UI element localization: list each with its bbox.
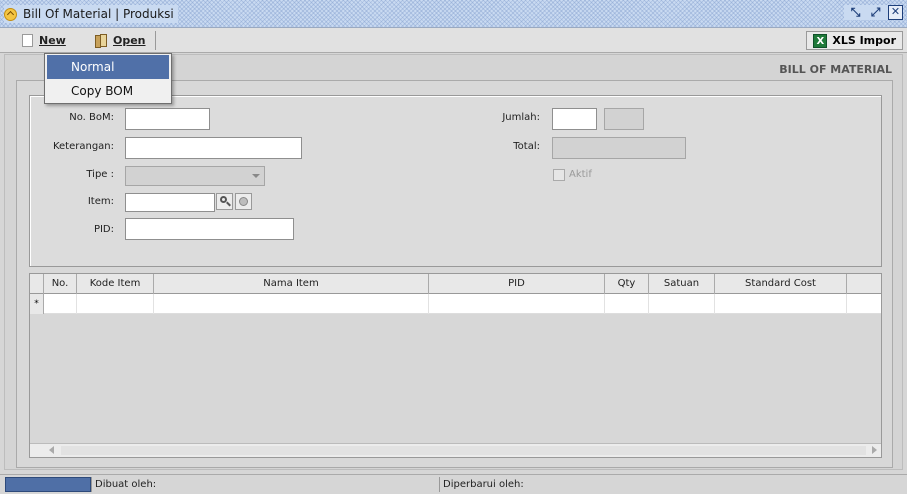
cell-nama-item[interactable] — [154, 294, 429, 314]
no-bom-input[interactable] — [125, 108, 210, 130]
tipe-label: Tipe : — [86, 169, 114, 180]
col-header-filler — [847, 274, 881, 294]
open-button[interactable]: Open — [95, 32, 146, 49]
dibuat-oleh: Dibuat oleh: — [91, 477, 439, 492]
keterangan-label: Keterangan: — [52, 141, 114, 152]
chevron-down-icon — [252, 174, 260, 178]
cell-kode-item[interactable] — [77, 294, 154, 314]
window-title: Bill Of Material | Produksi — [23, 7, 174, 21]
maximize-icon[interactable]: ⤢ — [868, 5, 883, 20]
new-row-marker: * — [30, 294, 44, 314]
header-form: No. BoM: Keterangan: Tipe : Item: PID: J… — [29, 95, 882, 267]
cell-satuan[interactable] — [649, 294, 715, 314]
open-button-label: Open — [113, 34, 146, 47]
detail-table: No. Kode Item Nama Item PID Qty Satuan S… — [29, 273, 882, 458]
cell-qty[interactable] — [605, 294, 649, 314]
pid-input[interactable] — [125, 218, 294, 240]
total-label: Total: — [513, 141, 540, 152]
item-input[interactable] — [125, 193, 215, 212]
toolbar-separator — [155, 31, 156, 50]
scroll-right-icon[interactable] — [872, 446, 877, 454]
jumlah-input[interactable] — [552, 108, 597, 130]
col-header-pid[interactable]: PID — [429, 274, 605, 294]
col-header-standard-cost[interactable]: Standard Cost — [715, 274, 847, 294]
item-search-button[interactable] — [216, 193, 233, 210]
item-label: Item: — [87, 196, 114, 207]
form-title: BILL OF MATERIAL — [779, 63, 892, 76]
status-indicator — [5, 477, 91, 492]
keterangan-input[interactable] — [125, 137, 302, 159]
tipe-select[interactable] — [125, 166, 265, 186]
diperbarui-oleh: Diperbarui oleh: — [439, 477, 901, 492]
horizontal-scrollbar[interactable] — [30, 443, 881, 457]
app-icon — [4, 7, 17, 21]
new-dropdown-menu: Normal Copy BOM — [44, 53, 172, 104]
title-bar: Bill Of Material | Produksi ⤡ ⤢ ✕ — [0, 0, 907, 28]
item-clear-button[interactable] — [235, 193, 252, 210]
close-icon[interactable]: ✕ — [888, 5, 903, 20]
cell-standard-cost[interactable] — [715, 294, 847, 314]
status-bar: Dibuat oleh: Diperbarui oleh: — [0, 474, 907, 494]
no-bom-label: No. BoM: — [69, 112, 114, 123]
open-book-icon — [95, 33, 109, 48]
title-wrap: Bill Of Material | Produksi — [4, 5, 178, 23]
total-field — [552, 137, 686, 159]
new-button[interactable]: New — [22, 32, 66, 49]
cell-filler — [847, 294, 881, 314]
xls-import-button[interactable]: X XLS Impor — [806, 31, 903, 50]
row-header-corner — [30, 274, 44, 294]
col-header-satuan[interactable]: Satuan — [649, 274, 715, 294]
table-header: No. Kode Item Nama Item PID Qty Satuan S… — [30, 274, 881, 294]
window-controls: ⤡ ⤢ ✕ — [844, 5, 903, 20]
minimize-icon[interactable]: ⤡ — [848, 5, 863, 20]
excel-icon: X — [813, 33, 828, 48]
aktif-checkbox[interactable] — [553, 169, 565, 181]
clear-icon — [239, 197, 248, 206]
col-header-qty[interactable]: Qty — [605, 274, 649, 294]
toolbar: New Open X XLS Impor — [0, 28, 907, 53]
cell-pid[interactable] — [429, 294, 605, 314]
scroll-left-icon[interactable] — [49, 446, 54, 454]
col-header-no[interactable]: No. — [44, 274, 77, 294]
table-row[interactable]: * — [30, 294, 881, 314]
cell-no[interactable] — [44, 294, 77, 314]
pid-label: PID: — [93, 224, 114, 235]
col-header-nama-item[interactable]: Nama Item — [154, 274, 429, 294]
new-document-icon — [22, 34, 33, 47]
menu-item-copy-bom[interactable]: Copy BOM — [47, 79, 169, 103]
scroll-track[interactable] — [61, 446, 866, 455]
jumlah-label: Jumlah: — [502, 112, 540, 123]
col-header-kode-item[interactable]: Kode Item — [77, 274, 154, 294]
content-frame: No. BoM: Keterangan: Tipe : Item: PID: J… — [16, 80, 893, 468]
new-button-label: New — [39, 34, 66, 47]
jumlah-unit-field — [604, 108, 644, 130]
main-panel: BILL OF MATERIAL No. BoM: Keterangan: Ti… — [4, 54, 903, 470]
aktif-label: Aktif — [569, 169, 592, 180]
menu-item-normal[interactable]: Normal — [47, 55, 169, 79]
xls-import-label: XLS Impor — [832, 34, 896, 47]
